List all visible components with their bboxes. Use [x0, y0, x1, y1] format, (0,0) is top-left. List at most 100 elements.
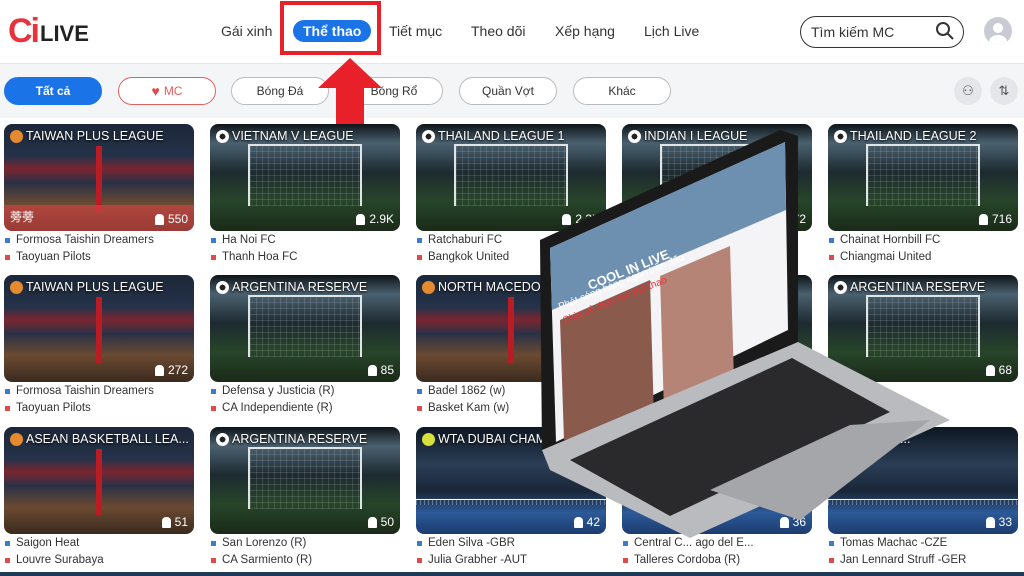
- viewer-count: 272: [154, 363, 188, 377]
- filter-bar: Tất cả ♥ MC Bóng Đá Bóng Rổ Quần Vợt Khác…: [0, 64, 1024, 118]
- nav-lich-live[interactable]: Lịch Live: [644, 23, 699, 39]
- league-title: TAIWAN PLUS LEAGUE: [10, 280, 164, 294]
- league-title: ARGENTINA RESERVE: [216, 432, 367, 446]
- away-team: CA Independiente (R): [210, 402, 400, 416]
- soccer-ball-icon: [216, 432, 229, 446]
- filter-mc[interactable]: ♥ MC: [118, 77, 216, 105]
- stream-thumbnail[interactable]: ARGENTINA RESERVE 85: [210, 275, 400, 382]
- league-name: ASEAN BASKETBALL LEA...: [26, 432, 189, 446]
- stream-card[interactable]: VIETNAM V LEAGUE 2.9K Ha Noi FC Thanh Ho…: [210, 124, 400, 265]
- nav-tiet-muc[interactable]: Tiết mục: [389, 23, 442, 39]
- stream-thumbnail[interactable]: ARGENTINA RESERVE 50: [210, 427, 400, 534]
- hoop-graphic: [96, 449, 102, 515]
- basketball-icon: [10, 280, 23, 294]
- basketball-icon: [10, 129, 23, 143]
- league-title: ARGENTINA RESERVE: [216, 280, 367, 294]
- stream-card[interactable]: 蒡蒡 TAIWAN PLUS LEAGUE 550 Formosa Taishi…: [4, 124, 194, 265]
- person-icon: [985, 516, 995, 528]
- viewer-count-value: 550: [167, 212, 188, 226]
- stream-thumbnail[interactable]: 蒡蒡 TAIWAN PLUS LEAGUE 550: [4, 124, 194, 231]
- filter-quan-vot[interactable]: Quần Vợt: [459, 77, 557, 105]
- league-title: ASEAN BASKETBALL LEA...: [10, 432, 189, 446]
- nav-gai-xinh[interactable]: Gái xinh: [221, 23, 272, 39]
- league-name: ARGENTINA RESERVE: [232, 432, 368, 446]
- away-team: Taoyuan Pilots: [4, 402, 194, 416]
- home-team: Saigon Heat: [4, 537, 194, 551]
- logo-mark: Ci: [8, 12, 40, 50]
- filter-bong-da[interactable]: Bóng Đá: [231, 77, 329, 105]
- person-icon: [356, 213, 366, 225]
- away-team: Julia Grabher -AUT: [416, 554, 606, 568]
- search-placeholder: Tìm kiếm MC: [811, 24, 895, 40]
- basketball-icon: [422, 280, 435, 294]
- viewer-count: 51: [161, 515, 188, 529]
- away-team: CA Sarmiento (R): [210, 554, 400, 568]
- person-icon: [367, 516, 377, 528]
- away-team: Louvre Surabaya: [4, 554, 194, 568]
- person-icon: [161, 516, 171, 528]
- person-icon: [985, 364, 995, 376]
- laptop-image: COOL IN LIVE Phát sóng hàng ngàn trận đấ…: [540, 130, 950, 538]
- viewer-count-value: 33: [998, 515, 1012, 529]
- league-name: TAIWAN PLUS LEAGUE: [26, 129, 164, 143]
- stream-thumbnail[interactable]: VIETNAM V LEAGUE 2.9K: [210, 124, 400, 231]
- logo[interactable]: Ci LIVE: [8, 14, 89, 48]
- search-input[interactable]: Tìm kiếm MC: [800, 16, 964, 48]
- goal-graphic: [248, 447, 362, 509]
- league-title: VIETNAM V LEAGUE: [216, 129, 354, 143]
- goal-graphic: [248, 144, 362, 206]
- nav-theo-doi[interactable]: Theo dõi: [471, 23, 525, 39]
- filter-mc-label: MC: [163, 84, 183, 98]
- heart-icon: ♥: [151, 83, 160, 99]
- user-avatar-icon[interactable]: [984, 17, 1012, 45]
- stream-card[interactable]: TAIWAN PLUS LEAGUE 272 Formosa Taishin D…: [4, 275, 194, 416]
- home-team: Formosa Taishin Dreamers: [4, 385, 194, 399]
- viewer-count: 716: [978, 212, 1012, 226]
- filter-all[interactable]: Tất cả: [4, 77, 102, 105]
- stream-thumbnail[interactable]: ASEAN BASKETBALL LEA... 51: [4, 427, 194, 534]
- viewer-count: 2.9K: [356, 212, 394, 226]
- highlight-box: [280, 1, 381, 55]
- soccer-ball-icon: [422, 129, 435, 143]
- search-icon[interactable]: [935, 21, 955, 41]
- away-team: Jan Lennard Struff -GER: [828, 554, 1018, 568]
- filter-khac[interactable]: Khác: [573, 77, 671, 105]
- home-team: Ha Noi FC: [210, 234, 400, 248]
- top-header: Ci LIVE Gái xinh Thể thao Tiết mục Theo …: [0, 0, 1024, 64]
- soccer-ball-icon: [216, 280, 229, 294]
- viewer-count: 550: [154, 212, 188, 226]
- league-name: TAIWAN PLUS LEAGUE: [26, 280, 164, 294]
- viewer-count: 50: [367, 515, 394, 529]
- red-arrow-icon: [318, 58, 382, 124]
- stream-thumbnail[interactable]: TAIWAN PLUS LEAGUE 272: [4, 275, 194, 382]
- person-icon: [367, 364, 377, 376]
- basketball-icon: [10, 432, 23, 446]
- hoop-graphic: [508, 297, 514, 363]
- person-icon: [154, 364, 164, 376]
- bottom-bar: [0, 572, 1024, 576]
- league-title: TAIWAN PLUS LEAGUE: [10, 129, 164, 143]
- viewer-count-value: 50: [380, 515, 394, 529]
- viewer-count-value: 2.9K: [369, 212, 394, 226]
- home-team: Formosa Taishin Dreamers: [4, 234, 194, 248]
- stream-card[interactable]: ARGENTINA RESERVE 85 Defensa y Justicia …: [210, 275, 400, 416]
- away-team: Taoyuan Pilots: [4, 251, 194, 265]
- league-name: ARGENTINA RESERVE: [232, 280, 368, 294]
- stream-card[interactable]: ASEAN BASKETBALL LEA... 51 Saigon Heat L…: [4, 427, 194, 568]
- viewer-count-value: 85: [380, 363, 394, 377]
- tennis-ball-icon: [422, 432, 435, 446]
- away-team: Talleres Cordoba (R): [622, 554, 812, 568]
- person-icon: [154, 213, 164, 225]
- nav-xep-hang[interactable]: Xếp hạng: [555, 23, 615, 39]
- viewer-count-value: 51: [174, 515, 188, 529]
- sort-icon[interactable]: ⇅: [990, 77, 1018, 105]
- group-icon[interactable]: ⚇: [954, 77, 982, 105]
- viewer-count: 33: [985, 515, 1012, 529]
- goal-graphic: [248, 295, 362, 357]
- viewer-count-value: 68: [998, 363, 1012, 377]
- stream-card[interactable]: ARGENTINA RESERVE 50 San Lorenzo (R) CA …: [210, 427, 400, 568]
- logo-text: LIVE: [40, 21, 89, 46]
- hoop-graphic: [96, 146, 102, 212]
- viewer-count: 85: [367, 363, 394, 377]
- hoop-graphic: [96, 297, 102, 363]
